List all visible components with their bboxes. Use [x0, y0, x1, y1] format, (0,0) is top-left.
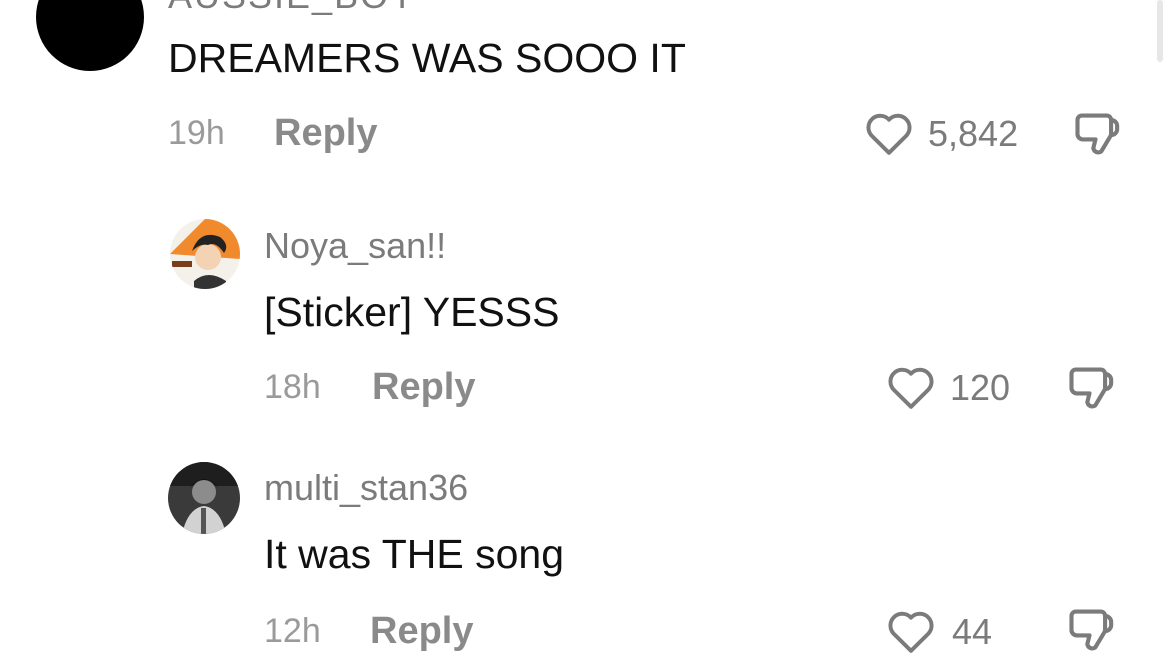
avatar[interactable] — [168, 462, 240, 534]
heart-outline-icon[interactable] — [864, 110, 914, 161]
thumbs-down-outline-icon[interactable] — [1070, 108, 1124, 165]
reply-button[interactable]: Reply — [370, 612, 473, 650]
comment-text: It was THE song — [264, 531, 565, 577]
comment-timestamp: 18h — [264, 368, 321, 406]
reply-button[interactable]: Reply — [372, 368, 475, 406]
thumbs-down-outline-icon[interactable] — [1064, 604, 1118, 661]
like-count: 5,842 — [928, 113, 1019, 154]
like-count: 44 — [952, 611, 993, 652]
like-count: 120 — [950, 367, 1011, 408]
reply-button[interactable]: Reply — [274, 114, 377, 152]
comment-username[interactable]: Noya_san!! — [264, 228, 446, 264]
heart-outline-icon[interactable] — [886, 608, 936, 659]
avatar[interactable] — [36, 0, 144, 71]
comment-timestamp: 12h — [264, 612, 321, 650]
avatar[interactable] — [170, 219, 240, 289]
comment-timestamp: 19h — [168, 114, 225, 152]
comment-text: DREAMERS WAS SOOO IT — [168, 35, 686, 81]
comment-text: [Sticker] YESSS — [264, 289, 560, 335]
heart-outline-icon[interactable] — [886, 364, 936, 415]
thumbs-down-outline-icon[interactable] — [1064, 362, 1118, 419]
comment-username[interactable]: multi_stan36 — [264, 470, 468, 506]
comment-username[interactable]: AUSSIE_BOY — [168, 0, 416, 14]
scrollbar[interactable] — [1157, 0, 1163, 62]
